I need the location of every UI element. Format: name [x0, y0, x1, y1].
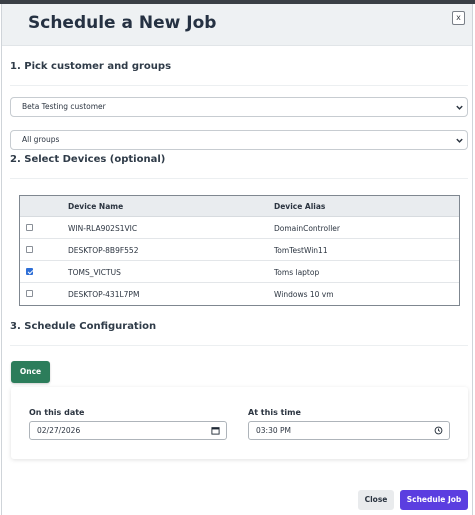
section-divider: [10, 178, 468, 179]
time-label: At this time: [248, 408, 301, 417]
section-title-schedule: 3. Schedule Configuration: [10, 321, 157, 332]
section-title-devices: 2. Select Devices (optional): [10, 154, 166, 165]
row-checkbox[interactable]: [26, 246, 33, 253]
modal-header: Schedule a New Job x: [2, 4, 472, 46]
table-row[interactable]: TOMS_VICTUS Toms laptop: [20, 261, 459, 283]
device-alias: TomTestWin11: [274, 246, 328, 255]
device-alias: Toms laptop: [274, 268, 320, 277]
device-alias: Windows 10 vm: [274, 290, 334, 299]
row-checkbox[interactable]: [26, 290, 33, 297]
group-select[interactable]: All groups: [10, 130, 468, 150]
clock-icon: [434, 426, 443, 435]
device-name: WIN-RLA902S1VIC: [68, 224, 138, 233]
chevron-down-icon: [456, 138, 463, 143]
table-row[interactable]: WIN-RLA902S1VIC DomainController: [20, 217, 459, 239]
device-name: DESKTOP-431L7PM: [68, 290, 140, 299]
section-divider: [10, 345, 468, 346]
schedule-job-modal: Schedule a New Job x 1. Pick customer an…: [1, 4, 473, 515]
devices-table: Device Name Device Alias WIN-RLA902S1VIC…: [19, 195, 460, 306]
device-alias: DomainController: [274, 224, 340, 233]
date-label: On this date: [29, 408, 85, 417]
group-select-value: All groups: [22, 135, 60, 144]
device-name: TOMS_VICTUS: [68, 268, 121, 277]
row-checkbox[interactable]: [26, 268, 33, 275]
row-checkbox[interactable]: [26, 224, 33, 231]
section-title-customer: 1. Pick customer and groups: [10, 61, 172, 72]
device-name: DESKTOP-8B9F552: [68, 246, 139, 255]
schedule-job-button[interactable]: Schedule Job: [400, 490, 468, 510]
once-button[interactable]: Once: [11, 361, 50, 383]
section-divider: [10, 85, 468, 86]
time-value: 03:30 PM: [256, 426, 291, 435]
column-header-device-name: Device Name: [68, 202, 124, 211]
modal-title: Schedule a New Job: [28, 13, 217, 33]
schedule-card: On this date 02/27/2026 At this time 03:…: [11, 387, 468, 459]
customer-select-value: Beta Testing customer: [22, 102, 106, 111]
table-row[interactable]: DESKTOP-8B9F552 TomTestWin11: [20, 239, 459, 261]
close-button[interactable]: Close: [358, 490, 394, 510]
table-row[interactable]: DESKTOP-431L7PM Windows 10 vm: [20, 283, 459, 305]
table-header: Device Name Device Alias: [20, 196, 459, 217]
customer-select[interactable]: Beta Testing customer: [10, 97, 468, 117]
date-value: 02/27/2026: [37, 426, 81, 435]
date-field[interactable]: 02/27/2026: [29, 421, 227, 440]
time-field[interactable]: 03:30 PM: [248, 421, 450, 440]
chevron-down-icon: [456, 105, 463, 110]
column-header-device-alias: Device Alias: [274, 202, 326, 211]
calendar-icon: [211, 427, 220, 435]
close-icon[interactable]: x: [452, 11, 465, 25]
